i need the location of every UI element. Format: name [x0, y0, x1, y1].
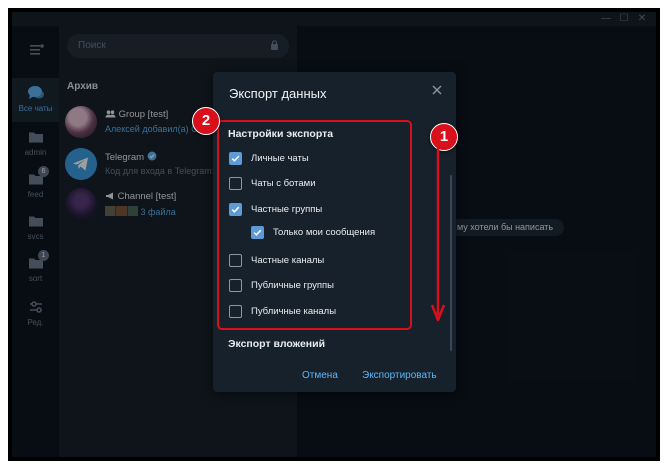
telegram-window: — ☐ ✕ Все чаты admin feed 6 svcs sort 1 Ред. По…	[12, 12, 656, 457]
dialog-scrollbar[interactable]	[450, 175, 452, 351]
cancel-button[interactable]: Отмена	[302, 370, 338, 381]
highlight-box	[217, 120, 412, 330]
scroll-down-arrow-icon	[430, 145, 446, 322]
close-icon[interactable]	[431, 84, 443, 96]
annotation-marker-2: 2	[192, 107, 220, 135]
export-button[interactable]: Экспортировать	[362, 370, 437, 381]
dialog-title: Экспорт данных	[229, 86, 327, 101]
export-attachments-heading: Экспорт вложений	[228, 338, 326, 350]
